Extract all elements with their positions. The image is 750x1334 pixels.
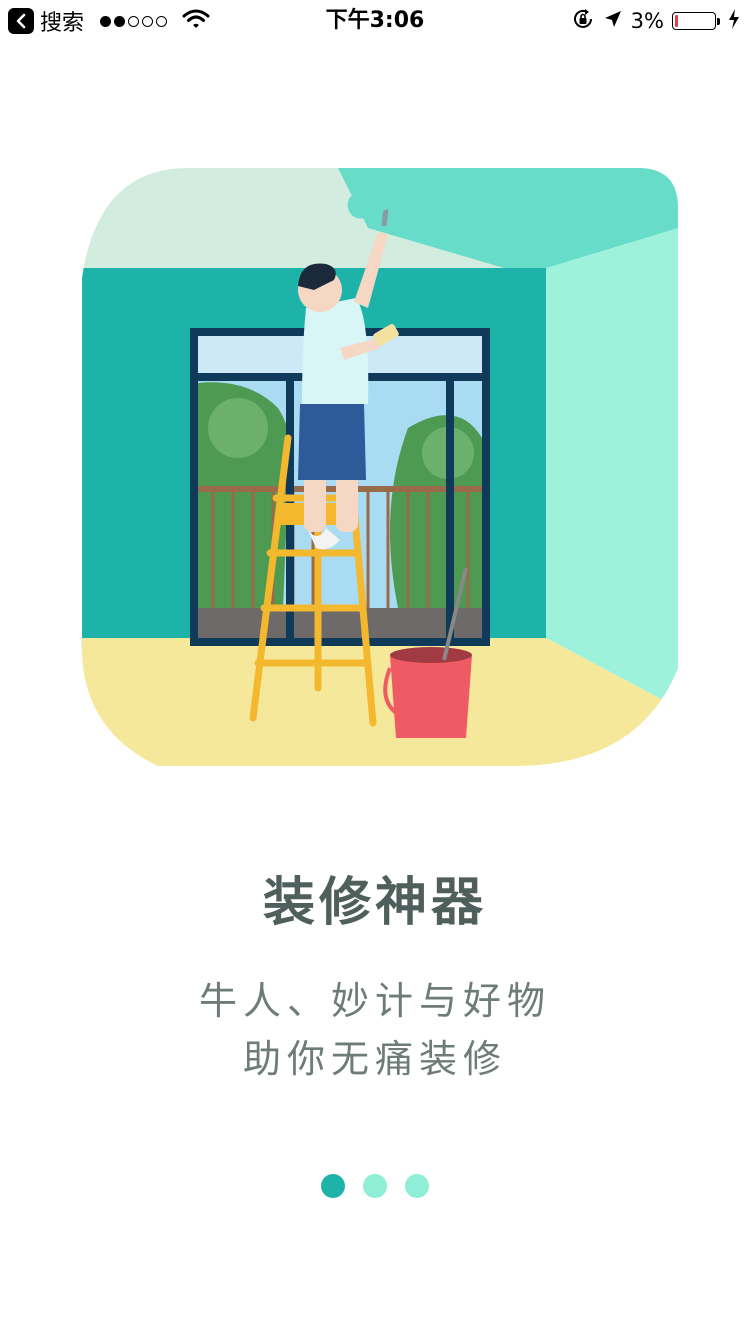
onboarding-subtitle: 牛人、妙计与好物 助你无痛装修 [0,972,750,1088]
onboarding-title: 装修神器 [262,873,487,933]
location-arrow-icon [603,9,623,34]
subtitle-line-2: 助你无痛装修 [242,1037,507,1081]
battery-icon [672,12,716,30]
painting-room-illustration [78,168,678,768]
battery-tip [717,17,720,25]
battery-level [675,15,678,27]
rotation-lock-icon [571,7,595,36]
page-dot-active[interactable] [321,1174,345,1198]
status-bar: 搜索 下午3:06 3% [0,0,750,40]
page-indicator[interactable] [0,1174,750,1198]
page-dot[interactable] [363,1174,387,1198]
subtitle-line-1: 牛人、妙计与好物 [198,979,551,1023]
charging-icon [728,8,740,35]
page-dot[interactable] [405,1174,429,1198]
illustration-graphic [81,168,678,767]
battery-percent: 3% [630,9,664,33]
